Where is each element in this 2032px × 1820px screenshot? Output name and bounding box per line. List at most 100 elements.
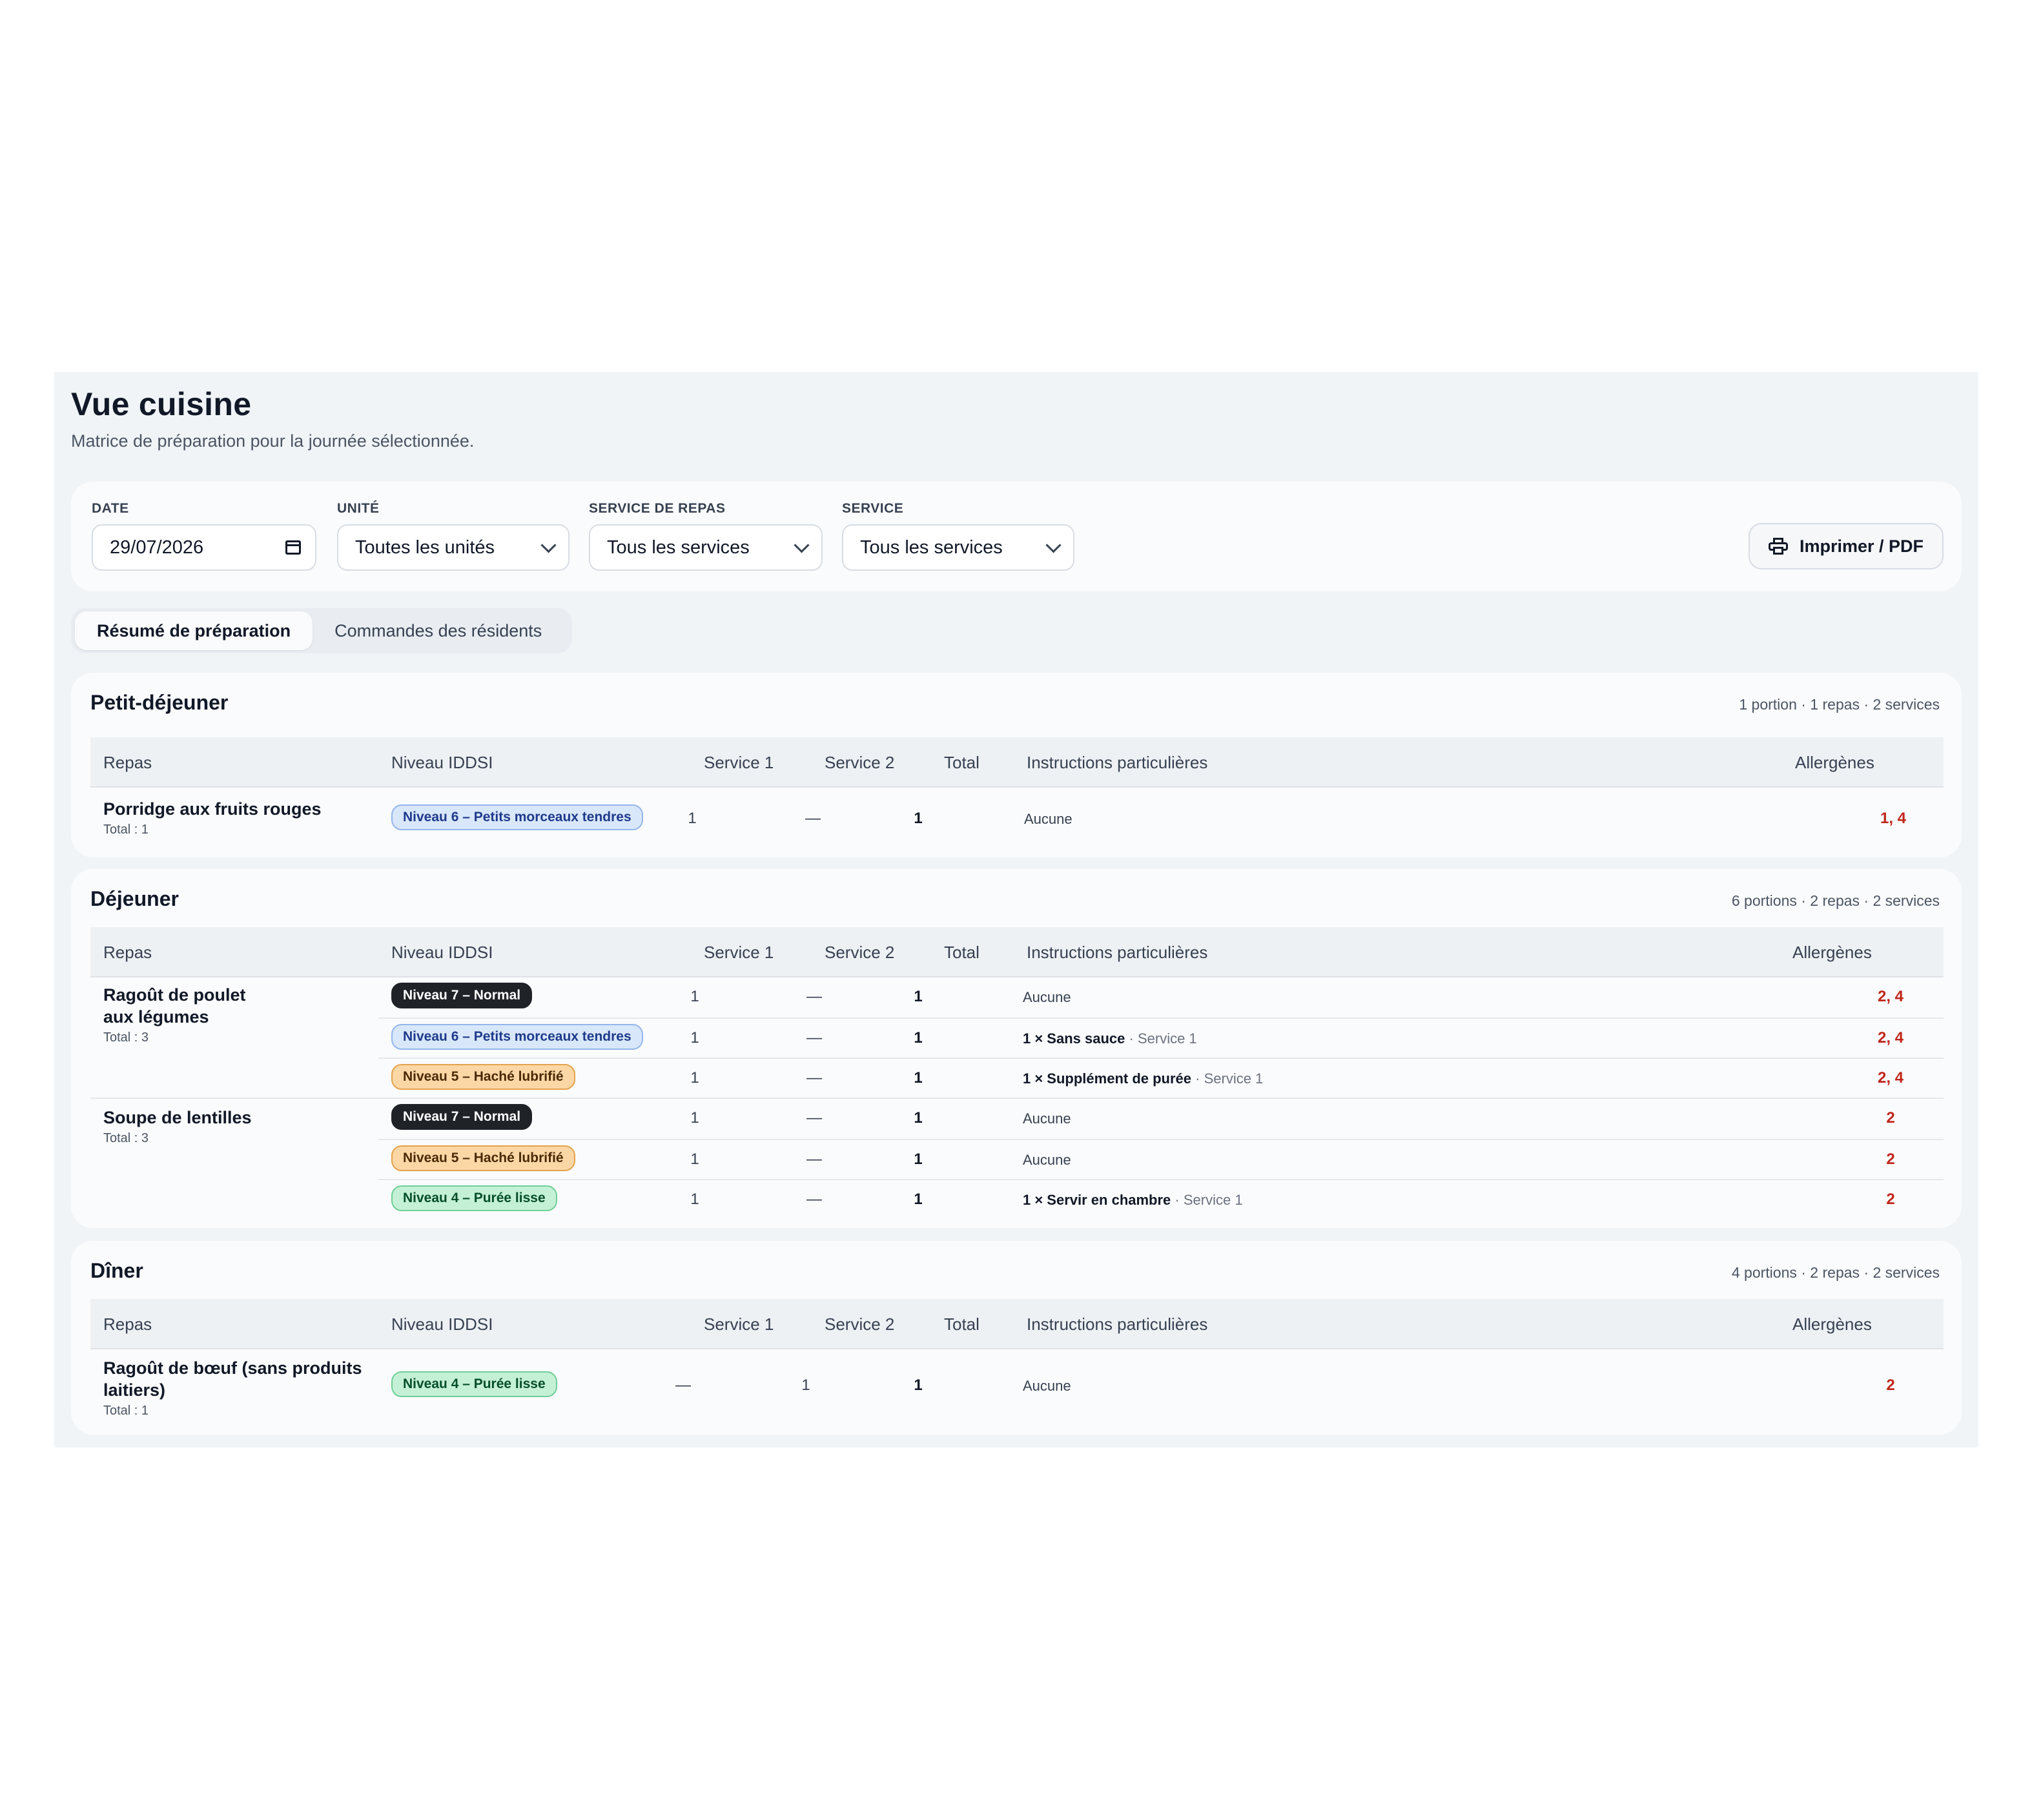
service1-count: 1 (690, 1069, 699, 1087)
instruction-text: Aucune (1023, 1110, 1071, 1127)
service1-count: 1 (690, 1150, 699, 1168)
table-row: Niveau 4 – Purée lisse 1 — 1 1 × Servir … (378, 1179, 1944, 1220)
service2-count: — (806, 988, 822, 1005)
header-service1: Service 1 (704, 943, 774, 962)
service1-count: 1 (690, 988, 699, 1005)
instructions: Aucune (1023, 1378, 1071, 1395)
instruction-text: 1 × Sans sauce (1023, 1030, 1125, 1047)
instructions: 1 × Supplément de purée · Service 1 (1023, 1070, 1263, 1087)
calendar-icon[interactable] (285, 540, 301, 555)
instruction-text: Aucune (1023, 1378, 1071, 1394)
chevron-down-icon (794, 537, 810, 553)
table-row: Niveau 5 – Haché lubrifié 1 — 1 1 × Supp… (378, 1058, 1944, 1099)
header-meal: Repas (103, 943, 152, 962)
header-instructions: Instructions particulières (1027, 943, 1208, 962)
tab-resident-orders[interactable]: Commandes des résidents (313, 611, 564, 650)
instruction-service: · Service 1 (1195, 1070, 1264, 1087)
chevron-down-icon (540, 537, 557, 553)
meal-name-line2: laitiers) (103, 1380, 166, 1400)
allergens: 2, 4 (1877, 1069, 1904, 1087)
filters-bar: DATE 29/07/2026 UNITÉ Toutes les unités … (71, 482, 1962, 591)
date-value: 29/07/2026 (110, 537, 204, 558)
iddsi-badge: Niveau 4 – Purée lisse (391, 1371, 557, 1397)
tab-preparation-summary[interactable]: Résumé de préparation (75, 611, 313, 650)
service-filter: SERVICE Tous les services (842, 501, 1074, 571)
meal-name-line1: Ragoût de poulet (103, 985, 246, 1005)
service2-count: — (806, 1191, 822, 1208)
instructions: Aucune (1023, 1152, 1071, 1169)
instructions: Aucune (1024, 811, 1072, 828)
date-filter: DATE 29/07/2026 (92, 501, 316, 571)
printer-icon (1768, 538, 1788, 555)
table-row: Niveau 4 – Purée lisse — 1 1 Aucune 2 (378, 1365, 1944, 1405)
iddsi-badge: Niveau 7 – Normal (391, 983, 533, 1008)
service2-count: — (806, 1069, 822, 1087)
row-total: 1 (914, 988, 923, 1005)
section-title: Petit-déjeuner (90, 691, 229, 714)
header-meal: Repas (103, 1314, 152, 1334)
row-total: 1 (914, 1150, 923, 1168)
print-label: Imprimer / PDF (1799, 536, 1924, 556)
header-total: Total (944, 943, 980, 962)
service1-count: 1 (690, 1109, 699, 1127)
section-breakfast: Petit-déjeuner 1 portion · 1 repas · 2 s… (71, 673, 1962, 857)
table-header: Repas Niveau IDDSI Service 1 Service 2 T… (90, 737, 1944, 788)
service2-count: — (806, 1150, 822, 1168)
section-summary: 6 portions · 2 repas · 2 services (1731, 892, 1940, 909)
section-summary: 4 portions · 2 repas · 2 services (1731, 1264, 1940, 1281)
unit-label: UNITÉ (337, 501, 380, 516)
meal-name-line2: aux légumes (103, 1007, 209, 1027)
row-total: 1 (914, 1109, 923, 1127)
instructions: 1 × Servir en chambre · Service 1 (1023, 1192, 1243, 1209)
header-instructions: Instructions particulières (1027, 753, 1208, 772)
meal-cell: Soupe de lentilles Total : 3 (103, 1107, 252, 1146)
service1-count: — (675, 1376, 691, 1394)
table-row: Niveau 5 – Haché lubrifié 1 — 1 Aucune 2 (378, 1139, 1944, 1180)
table-header: Repas Niveau IDDSI Service 1 Service 2 T… (90, 927, 1944, 977)
iddsi-badge: Niveau 5 – Haché lubrifié (391, 1145, 575, 1171)
instruction-service: · Service 1 (1175, 1192, 1243, 1208)
section-lunch: Déjeuner 6 portions · 2 repas · 2 servic… (71, 869, 1962, 1228)
header-total: Total (944, 753, 980, 772)
service1-count: 1 (688, 810, 697, 827)
instruction-text: 1 × Servir en chambre (1023, 1192, 1171, 1208)
meal-name: Porridge aux fruits rouges (103, 799, 322, 819)
header-meal: Repas (103, 753, 152, 772)
header-service2: Service 2 (825, 943, 895, 962)
service1-count: 1 (690, 1191, 699, 1208)
meal-total: Total : 3 (103, 1030, 149, 1045)
date-input[interactable]: 29/07/2026 (92, 524, 316, 571)
service-select[interactable]: Tous les services (842, 524, 1074, 571)
print-pdf-button[interactable]: Imprimer / PDF (1749, 523, 1944, 569)
header-service2: Service 2 (825, 753, 895, 772)
iddsi-badge: Niveau 6 – Petits morceaux tendres (391, 1024, 643, 1050)
header-service1: Service 1 (704, 753, 774, 772)
page-subtitle: Matrice de préparation pour la journée s… (71, 431, 475, 451)
meal-total: Total : 3 (103, 1131, 149, 1145)
iddsi-badge: Niveau 6 – Petits morceaux tendres (391, 804, 643, 830)
meal-total: Total : 1 (103, 823, 149, 837)
meal-cell: Ragoût de poulet aux légumes Total : 3 (103, 984, 245, 1045)
instruction-text: Aucune (1023, 989, 1071, 1005)
kitchen-view: Vue cuisine Matrice de préparation pour … (54, 372, 1978, 1447)
row-total: 1 (914, 810, 923, 827)
header-allergens: Allergènes (1792, 943, 1872, 962)
meal-name-line1: Ragoût de bœuf (sans produits (103, 1358, 362, 1378)
header-service2: Service 2 (825, 1314, 895, 1334)
meal-cell: Porridge aux fruits rouges Total : 1 (103, 798, 322, 837)
allergens: 2 (1886, 1109, 1895, 1127)
table-row: Niveau 7 – Normal 1 — 1 Aucune 2 (378, 1099, 1944, 1139)
header-total: Total (944, 1314, 980, 1334)
allergens: 2 (1886, 1150, 1895, 1168)
instructions: Aucune (1023, 989, 1071, 1006)
allergens: 2, 4 (1877, 1029, 1904, 1047)
iddsi-badge: Niveau 5 – Haché lubrifié (391, 1064, 575, 1090)
section-summary: 1 portion · 1 repas · 2 services (1739, 696, 1940, 713)
unit-select[interactable]: Toutes les unités (337, 524, 570, 571)
instruction-text: Aucune (1023, 1152, 1071, 1168)
iddsi-badge: Niveau 4 – Purée lisse (391, 1185, 557, 1211)
page-title: Vue cuisine (71, 386, 252, 422)
meal-service-select[interactable]: Tous les services (589, 524, 823, 571)
row-total: 1 (914, 1029, 923, 1047)
header-iddsi: Niveau IDDSI (391, 753, 493, 772)
